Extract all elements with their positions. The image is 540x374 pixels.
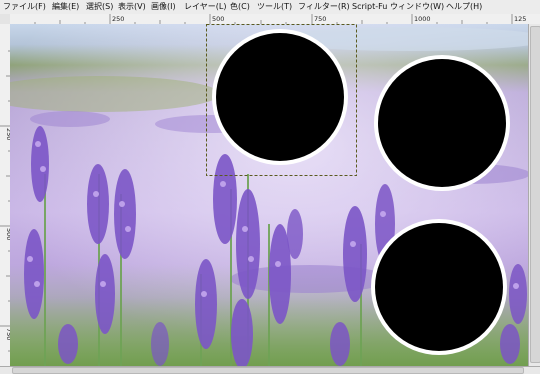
lavender-photo [10,24,528,366]
menu-file[interactable]: ファイル(F) [3,1,46,13]
menu-windows[interactable]: ウィンドウ(W) [390,1,444,13]
menu-bar: ファイル(F) 編集(E) 選択(S) 表示(V) 画像(I) レイヤー(L) … [0,0,540,15]
hruler-label-1000: 1000 [414,15,431,23]
hruler-label-750: 750 [314,15,326,23]
menu-view[interactable]: 表示(V) [118,1,146,13]
menu-edit[interactable]: 編集(E) [52,1,79,13]
vertical-scroll-thumb[interactable] [530,26,540,363]
image-canvas[interactable] [10,24,528,366]
black-circle-top-right [374,55,510,191]
black-circle-bottom-right [371,219,507,355]
hruler-label-1250: 125 [514,15,526,23]
menu-colors[interactable]: 色(C) [230,1,250,13]
hruler-label-250: 250 [112,15,124,23]
menu-select[interactable]: 選択(S) [86,1,113,13]
menu-script-fu[interactable]: Script-Fu [352,1,387,13]
vertical-scrollbar[interactable] [528,24,540,366]
menu-filters[interactable]: フィルター(R) [298,1,350,13]
menu-layer[interactable]: レイヤー(L) [184,1,226,13]
menu-tools[interactable]: ツール(T) [257,1,292,13]
menu-help[interactable]: ヘルプ(H) [446,1,482,13]
black-circle-top-left [212,29,348,165]
menu-image[interactable]: 画像(I) [151,1,176,13]
hruler-label-500: 500 [212,15,224,23]
